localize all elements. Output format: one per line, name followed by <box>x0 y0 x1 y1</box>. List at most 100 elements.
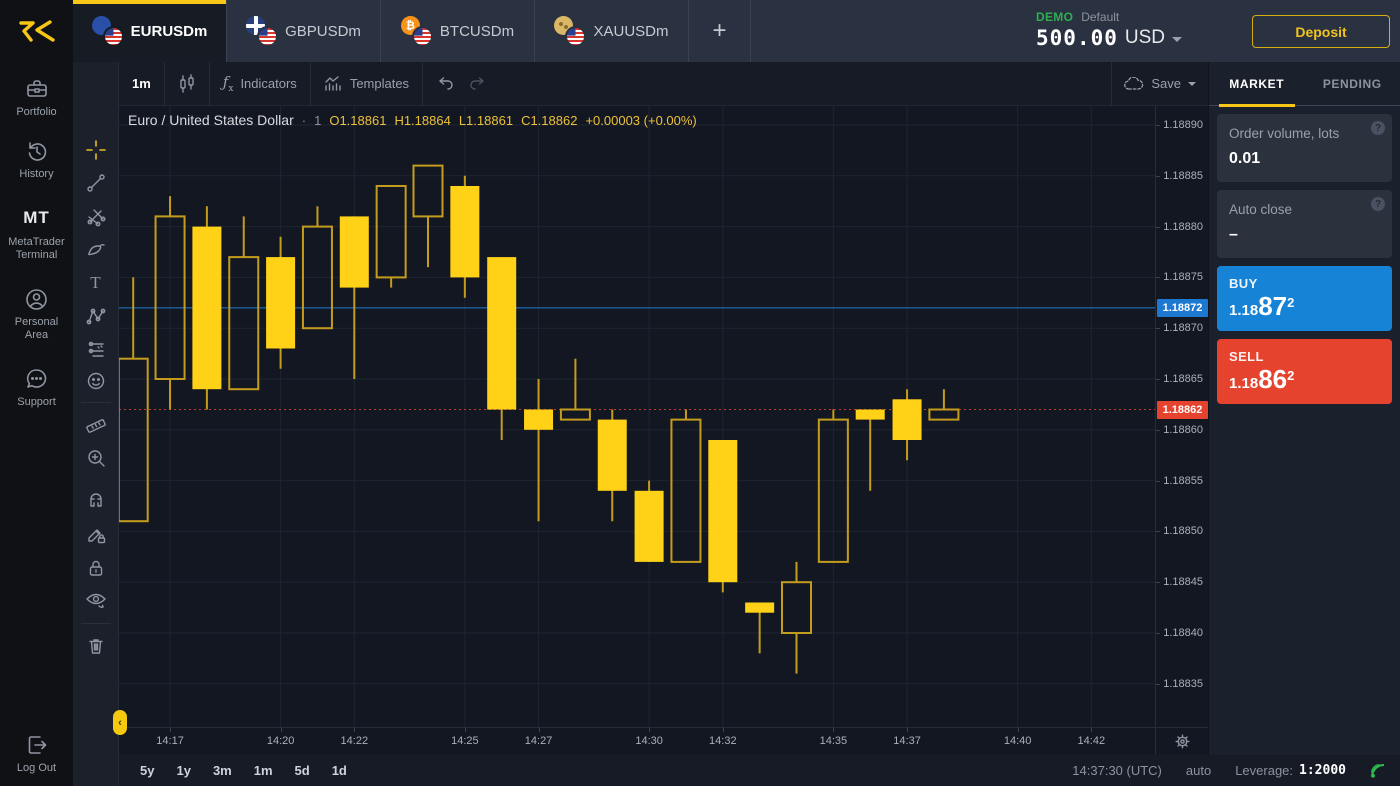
chart-toolbar: 1m ƒx Indicators Templates Save <box>119 62 1208 106</box>
undo-button[interactable] <box>423 62 467 106</box>
measure-tool-button[interactable] <box>81 410 111 440</box>
y-axis-tick <box>1156 481 1160 482</box>
range-5y-button[interactable]: 5y <box>140 763 154 778</box>
chart-style-button[interactable] <box>165 62 209 106</box>
x-axis-label: 14:22 <box>332 735 376 747</box>
btcusd-flag-pair-icon: ₿ <box>401 16 431 46</box>
y-axis-label: 1.18855 <box>1163 474 1203 488</box>
sidebar-item-portfolio[interactable]: Portfolio <box>0 76 73 119</box>
y-axis-tick <box>1156 430 1160 431</box>
candlestick-chart <box>119 106 1155 727</box>
candle-14:21 <box>303 206 332 328</box>
axis-settings-button[interactable] <box>1155 727 1208 755</box>
symbol-tab-label: XAUUSDm <box>593 23 668 40</box>
add-symbol-tab-button[interactable]: + <box>689 0 751 62</box>
indicators-label: Indicators <box>240 76 296 91</box>
buy-button[interactable]: BUY 1.18 87 2 <box>1217 266 1392 331</box>
symbol-tab-btcusdm[interactable]: ₿ BTCUSDm <box>381 0 535 62</box>
order-panel: MARKET PENDING ? Order volume, lots 0.01… <box>1208 62 1400 755</box>
chart-plot-area[interactable]: Euro / United States Dollar · 1 O1.18861… <box>119 106 1155 727</box>
leverage-label: Leverage: <box>1235 763 1293 778</box>
y-axis-tick <box>1156 277 1160 278</box>
candle-14:38 <box>929 389 958 419</box>
x-axis-label: 14:20 <box>259 735 303 747</box>
timeframe-button[interactable]: 1m <box>119 62 164 106</box>
collapse-toolbar-handle[interactable]: ‹ <box>113 710 127 735</box>
account-switcher[interactable]: DEMO Default 500.00 USD <box>1036 10 1182 50</box>
auto-close-card[interactable]: ? Auto close – <box>1217 190 1392 258</box>
leverage-value: 1:2000 <box>1299 763 1346 778</box>
x-axis-tick <box>649 728 650 732</box>
redo-button[interactable] <box>467 62 500 106</box>
x-axis-tick <box>539 728 540 732</box>
indicators-fx-icon: ƒx <box>223 73 234 94</box>
order-volume-label: Order volume, lots <box>1229 126 1380 141</box>
y-axis-tick <box>1156 176 1160 177</box>
brush-tool-button[interactable] <box>81 235 111 265</box>
text-tool-button[interactable]: T <box>81 268 111 298</box>
price-axis[interactable]: 1.188901.188851.188801.188751.188701.188… <box>1155 106 1208 727</box>
x-axis-label: 14:25 <box>443 735 487 747</box>
sidebar-item-label: Portfolio <box>0 106 73 119</box>
sidebar-item-logout[interactable]: Log Out <box>0 732 73 775</box>
drawing-toolbar: T <box>73 62 119 786</box>
remove-drawings-button[interactable] <box>81 631 111 661</box>
y-axis-label: 1.18860 <box>1163 423 1203 437</box>
magnet-tool-button[interactable] <box>81 487 111 517</box>
auto-close-value[interactable]: – <box>1229 226 1380 244</box>
emoji-tool-button[interactable] <box>81 366 111 396</box>
position-tool-button[interactable] <box>81 334 111 364</box>
x-axis-label: 14:42 <box>1069 735 1113 747</box>
top-header: EURUSDm GBPUSDm ₿ BTCUSDm XAUUSDm + <box>73 0 1400 62</box>
lock-all-button[interactable] <box>81 553 111 583</box>
drawing-lock-mode-button[interactable] <box>81 520 111 550</box>
candle-14:25 <box>450 176 479 298</box>
symbol-tab-xauusdm[interactable]: XAUUSDm <box>535 0 689 62</box>
gear-icon <box>1175 734 1190 749</box>
range-1y-button[interactable]: 1y <box>176 763 190 778</box>
pattern-tool-button[interactable] <box>81 301 111 331</box>
sidebar-item-support[interactable]: Support <box>0 366 73 409</box>
portfolio-icon <box>0 76 73 102</box>
pitchfork-tool-button[interactable] <box>81 202 111 232</box>
y-axis-label: 1.18850 <box>1163 524 1203 538</box>
range-1d-button[interactable]: 1d <box>332 763 347 778</box>
hide-drawings-button[interactable] <box>81 586 111 616</box>
save-layout-button[interactable]: Save <box>1111 62 1208 106</box>
us-flag-icon <box>565 26 586 47</box>
candle-14:36 <box>856 410 885 491</box>
deposit-button[interactable]: Deposit <box>1252 15 1390 48</box>
sidebar-item-metatrader[interactable]: MT MetaTrader Terminal <box>0 208 73 262</box>
us-flag-icon <box>412 26 433 47</box>
order-volume-value[interactable]: 0.01 <box>1229 150 1380 168</box>
sidebar-item-personal-area[interactable]: Personal Area <box>0 286 73 342</box>
candle-14:26 <box>487 257 516 440</box>
tab-market[interactable]: MARKET <box>1209 62 1305 105</box>
x-axis-label: 14:32 <box>701 735 745 747</box>
time-axis[interactable]: 14:1714:2014:2214:2514:2714:3014:3214:35… <box>119 727 1155 755</box>
zoom-in-tool-button[interactable] <box>81 443 111 473</box>
indicators-button[interactable]: ƒx Indicators <box>210 62 310 106</box>
help-icon[interactable]: ? <box>1371 121 1385 135</box>
candle-14:16 <box>119 277 148 521</box>
timezone-auto-button[interactable]: auto <box>1186 763 1211 778</box>
sell-button[interactable]: SELL 1.18 86 2 <box>1217 339 1392 404</box>
range-1m-button[interactable]: 1m <box>254 763 273 778</box>
x-axis-tick <box>833 728 834 732</box>
range-5d-button[interactable]: 5d <box>295 763 310 778</box>
crosshair-tool-button[interactable] <box>81 135 111 165</box>
order-volume-card[interactable]: ? Order volume, lots 0.01 <box>1217 114 1392 182</box>
sell-price: 1.18 86 2 <box>1229 366 1380 392</box>
help-icon[interactable]: ? <box>1371 197 1385 211</box>
range-3m-button[interactable]: 3m <box>213 763 232 778</box>
candle-14:34 <box>782 562 811 674</box>
templates-button[interactable]: Templates <box>311 62 422 106</box>
candle-14:32 <box>708 440 737 592</box>
sidebar-item-history[interactable]: History <box>0 138 73 181</box>
tab-pending[interactable]: PENDING <box>1305 62 1400 105</box>
symbol-tab-gbpusdm[interactable]: GBPUSDm <box>227 0 381 62</box>
trend-line-tool-button[interactable] <box>81 168 111 198</box>
symbol-tab-eurusdm[interactable]: EURUSDm <box>73 0 227 62</box>
exness-logo[interactable] <box>0 0 73 62</box>
us-flag-icon <box>257 26 278 47</box>
